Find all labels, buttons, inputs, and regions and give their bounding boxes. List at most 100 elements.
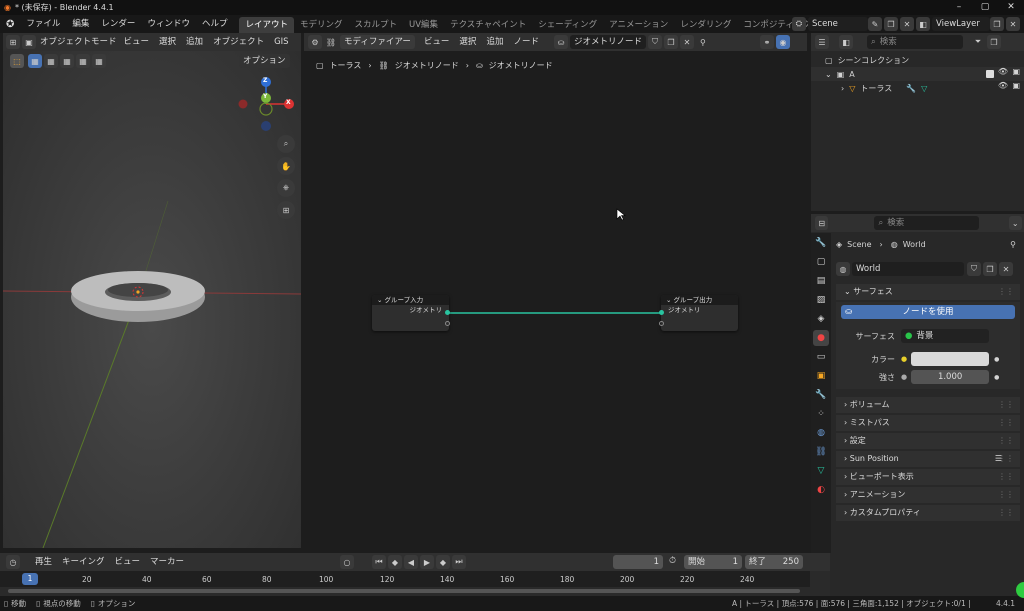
render-camera-icon[interactable]: ▣: [1012, 67, 1020, 76]
display-mode-icon[interactable]: ◧: [839, 35, 853, 49]
outliner-editor-type-icon[interactable]: ☰: [815, 35, 829, 49]
group-output-empty-socket[interactable]: [659, 321, 664, 326]
volume-panel[interactable]: › ボリューム ⋮⋮: [836, 397, 1020, 413]
surface-shader-field[interactable]: ● 背景: [901, 329, 989, 343]
expand-chevron-icon[interactable]: ›: [841, 84, 844, 93]
zoom-icon[interactable]: ⌕: [277, 135, 295, 153]
keyframe-dot-icon[interactable]: ●: [994, 356, 999, 363]
mist-pass-panel[interactable]: › ミストパス ⋮⋮: [836, 415, 1020, 431]
minimize-button[interactable]: –: [946, 0, 972, 15]
jump-start-icon[interactable]: ⏮: [372, 555, 386, 569]
new-collection-icon[interactable]: ❐: [987, 35, 1001, 49]
timeline-menu-keying[interactable]: キーイング: [57, 553, 110, 571]
pin-icon[interactable]: ⚲: [696, 35, 710, 49]
scene-icon[interactable]: ⛭: [792, 17, 806, 31]
viewport-menu-gis[interactable]: GIS: [269, 33, 294, 51]
view-layer-tab[interactable]: ▨: [813, 292, 829, 308]
timeline-editor-type-icon[interactable]: ◷: [6, 555, 20, 569]
menu-edit[interactable]: 編集: [66, 15, 95, 33]
prev-keyframe-icon[interactable]: ◆: [388, 555, 402, 569]
auto-keying-icon[interactable]: ○: [340, 555, 354, 569]
select-box-tool-icon[interactable]: ⬚: [10, 54, 24, 68]
tool-tab[interactable]: 🔧: [813, 235, 829, 251]
world-name-field[interactable]: World: [852, 262, 964, 276]
tab-uv-edit[interactable]: UV編集: [403, 17, 444, 33]
new-scene-icon[interactable]: ❐: [884, 17, 898, 31]
navigation-gizmo[interactable]: Z X Y: [235, 76, 297, 136]
view-layer-field[interactable]: ViewLayer: [932, 17, 990, 31]
pin-icon[interactable]: ⚲: [1010, 240, 1016, 249]
fake-user-shield-icon[interactable]: ⛉: [647, 35, 662, 49]
menu-render[interactable]: レンダー: [95, 15, 141, 33]
collection-tab[interactable]: ▭: [813, 349, 829, 365]
particles-tab[interactable]: ⁘: [813, 406, 829, 422]
tab-modeling[interactable]: モデリング: [294, 17, 349, 33]
scene-collection-row[interactable]: ▢ シーンコレクション: [811, 53, 1024, 67]
animation-panel[interactable]: › アニメーション ⋮⋮: [836, 487, 1020, 503]
mesh-data-icon[interactable]: ▽: [921, 84, 927, 93]
next-keyframe-icon[interactable]: ◆: [436, 555, 450, 569]
properties-editor-type-icon[interactable]: ⊟: [815, 216, 829, 230]
select-mode-subtract-icon[interactable]: ▦: [60, 54, 74, 68]
timeline-scrollbar[interactable]: [8, 589, 800, 593]
object-tab[interactable]: ▣: [813, 368, 829, 384]
start-frame-field[interactable]: 開始 1: [684, 555, 742, 569]
keyframe-dot-icon[interactable]: ●: [994, 374, 999, 381]
strength-field[interactable]: 1.000: [911, 370, 990, 384]
render-tab[interactable]: ▢: [813, 254, 829, 270]
data-tab[interactable]: ▽: [813, 463, 829, 479]
physics-tab[interactable]: ◍: [813, 425, 829, 441]
editor-type-icon[interactable]: ⊞: [6, 35, 20, 49]
duplicate-world-icon[interactable]: ❐: [983, 262, 997, 276]
modifier-context-select[interactable]: モディファイアー: [340, 35, 415, 49]
viewport-menu-object[interactable]: オブジェクト: [208, 33, 269, 51]
modifier-tab[interactable]: 🔧: [813, 387, 829, 403]
jump-end-icon[interactable]: ⏭: [452, 555, 466, 569]
maximize-button[interactable]: ▢: [972, 0, 998, 15]
perspective-grid-icon[interactable]: ⊞: [277, 201, 295, 219]
viewport-menu-select[interactable]: 選択: [154, 33, 181, 51]
scene-tab[interactable]: ◈: [813, 311, 829, 327]
unlink-tree-icon[interactable]: ✕: [679, 35, 694, 49]
pan-hand-icon[interactable]: ✋: [277, 157, 295, 175]
color-swatch[interactable]: [911, 352, 990, 366]
pin-scene-icon[interactable]: ✎: [868, 17, 882, 31]
tab-shading[interactable]: シェーディング: [532, 17, 603, 33]
playhead-frame-badge[interactable]: 1: [22, 573, 38, 585]
tab-layout[interactable]: レイアウト: [239, 17, 294, 33]
new-view-layer-icon[interactable]: ❐: [990, 17, 1004, 31]
unlink-world-icon[interactable]: ✕: [999, 262, 1013, 276]
visibility-eye-icon[interactable]: 👁: [998, 67, 1008, 76]
use-nodes-button[interactable]: ⛀ ノードを使用: [841, 305, 1015, 319]
visibility-eye-icon[interactable]: 👁: [998, 81, 1008, 90]
blender-menu-icon[interactable]: ✪: [0, 19, 20, 30]
collection-row[interactable]: ⌄ ▣ A 👁 ▣: [811, 67, 1024, 81]
group-input-empty-socket[interactable]: [445, 321, 450, 326]
constraints-tab[interactable]: ⛓: [813, 444, 829, 460]
render-camera-icon[interactable]: ▣: [1012, 81, 1020, 90]
select-mode-extend-icon[interactable]: ▦: [44, 54, 58, 68]
play-reverse-icon[interactable]: ◀: [404, 555, 418, 569]
output-tab[interactable]: ▤: [813, 273, 829, 289]
camera-view-icon[interactable]: ⎈: [277, 179, 295, 197]
world-tab[interactable]: ●: [813, 330, 829, 346]
play-icon[interactable]: ▶: [420, 555, 434, 569]
surface-panel-header[interactable]: ⌄ サーフェス ⋮⋮: [836, 284, 1020, 300]
properties-search-input[interactable]: ⌕ 検索: [874, 216, 979, 230]
viewport-menu-add[interactable]: 追加: [181, 33, 208, 51]
group-input-node[interactable]: ⌄ グループ入力 ジオメトリ: [372, 295, 450, 331]
timeline-menu-view[interactable]: ビュー: [110, 553, 146, 571]
overlay-icon[interactable]: ◉: [775, 35, 790, 49]
viewport-display-panel[interactable]: › ビューポート表示 ⋮⋮: [836, 469, 1020, 485]
object-row[interactable]: › ▽ トーラス 🔧 ▽ 👁 ▣: [811, 81, 1024, 95]
material-tab[interactable]: ◐: [813, 482, 829, 498]
node-editor-type-icon[interactable]: ⚙: [308, 35, 322, 49]
tab-rendering[interactable]: レンダリング: [674, 17, 737, 33]
select-mode-intersect-icon[interactable]: ▦: [92, 54, 106, 68]
select-mode-invert-icon[interactable]: ▦: [76, 54, 90, 68]
tab-animation[interactable]: アニメーション: [603, 17, 674, 33]
current-frame-field[interactable]: 1: [613, 555, 663, 569]
view-layer-icon[interactable]: ◧: [916, 17, 930, 31]
timeline-menu-marker[interactable]: マーカー: [145, 553, 189, 571]
options-dropdown[interactable]: オプション: [239, 54, 290, 68]
